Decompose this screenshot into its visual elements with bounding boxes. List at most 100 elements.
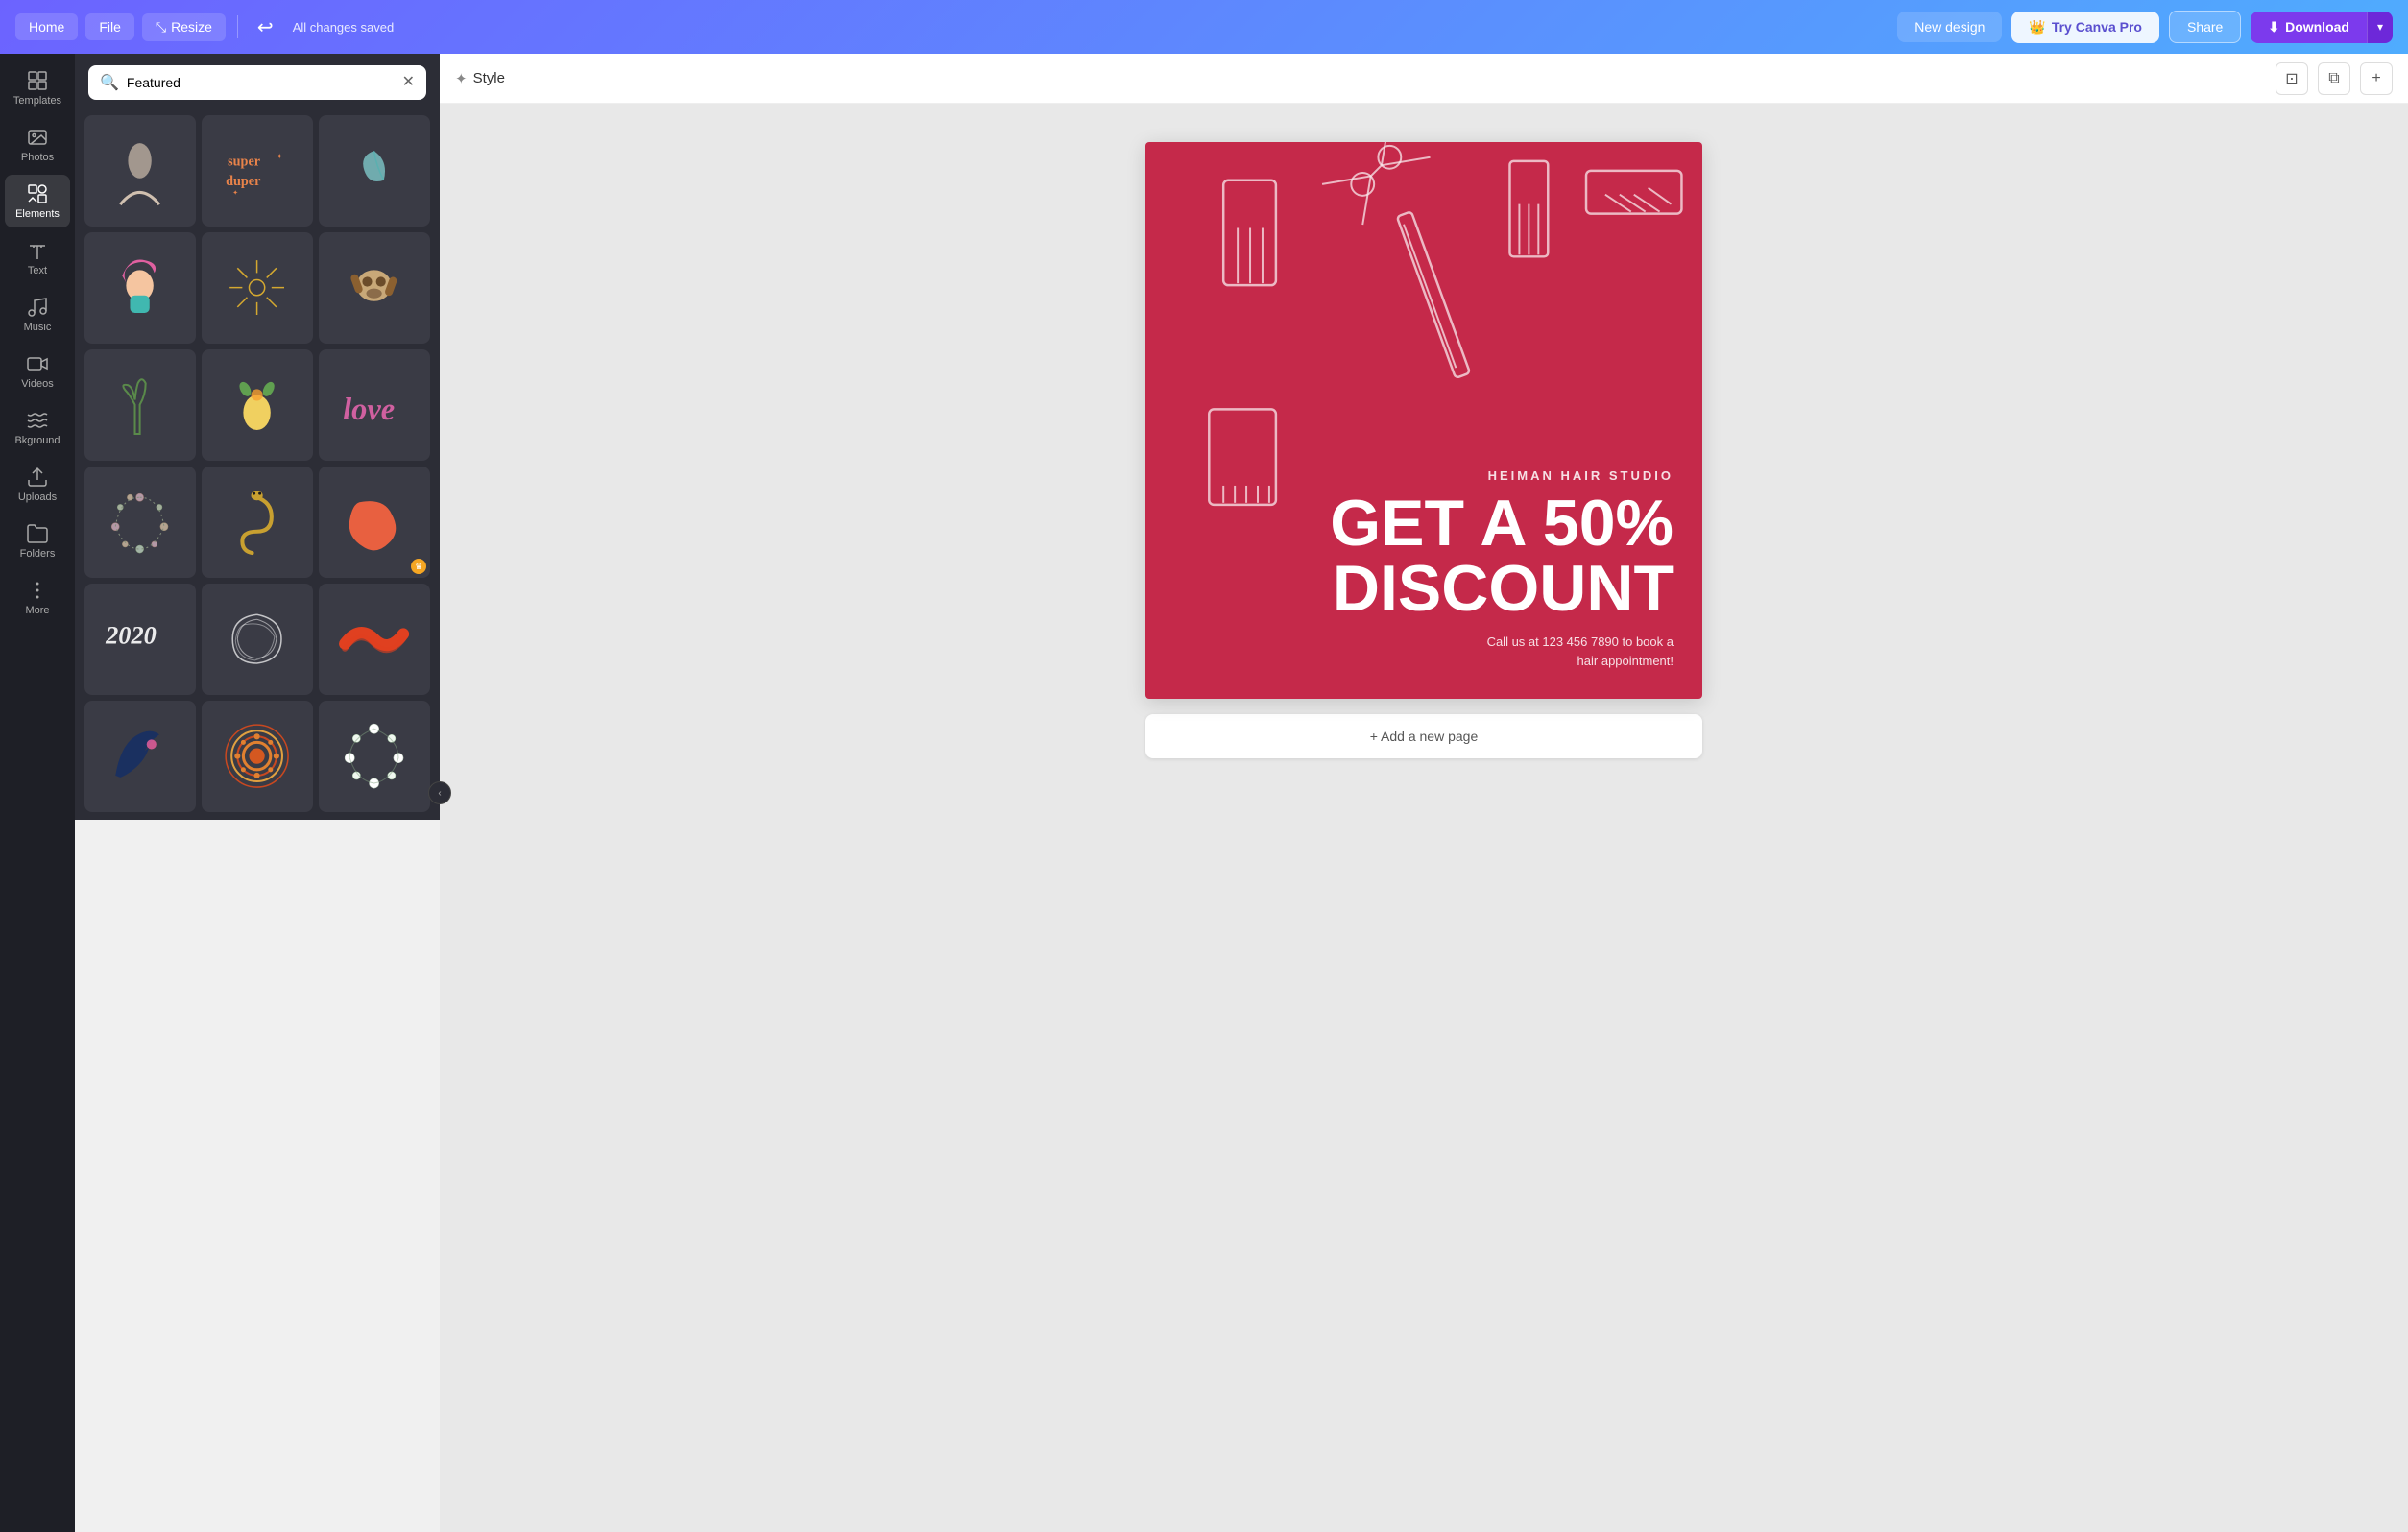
sidebar-item-music[interactable]: Music [5,288,70,341]
list-item[interactable] [202,701,313,812]
download-caret-button[interactable]: ▾ [2367,12,2393,43]
duplicate-button[interactable]: ⧉ [2318,62,2350,95]
snake [218,483,296,561]
hide-panel-button[interactable]: ‹ [428,781,451,804]
list-item[interactable] [84,232,196,344]
design-card[interactable]: HEIMAN HAIR STUDIO GET A 50%DISCOUNT Cal… [1145,142,1702,699]
download-button-group: ⬇ Download ▾ [2251,12,2393,43]
share-button[interactable]: Share [2169,11,2241,43]
canvas-inner: HEIMAN HAIR STUDIO GET A 50%DISCOUNT Cal… [1145,142,1702,758]
panel-search-container: 🔍 ✕ [75,54,440,108]
sloth [335,249,413,326]
uploads-icon [26,466,49,489]
more-icon [26,579,49,602]
elements-icon [26,182,49,205]
pink-hair-woman [101,249,179,326]
add-page-button[interactable]: + Add a new page [1145,714,1702,758]
frame-button[interactable]: ⊡ [2276,62,2308,95]
list-item[interactable] [319,701,430,812]
list-item[interactable]: super duper ✦ ✦ [202,115,313,227]
svg-text:✦: ✦ [277,153,283,161]
super-duper-text: super duper ✦ ✦ [218,132,296,209]
red-wave [335,600,413,678]
templates-icon [26,69,49,92]
list-item[interactable] [84,115,196,227]
nav-right-actions: New design 👑 Try Canva Pro Share ⬇ Downl… [1897,11,2393,43]
list-item[interactable] [202,349,313,461]
resize-icon: ⤡ [156,19,166,36]
folders-icon [26,522,49,545]
nav-divider [237,15,238,38]
scribble-circle [218,600,296,678]
floral-wreath [101,483,179,561]
sidebar-item-text[interactable]: Text [5,231,70,284]
list-item[interactable]: love [319,349,430,461]
flower-wreath [335,717,413,795]
discount-title: GET A 50%DISCOUNT [1174,491,1674,621]
add-button[interactable]: + [2360,62,2393,95]
download-icon: ⬇ [2268,19,2279,36]
search-clear-button[interactable]: ✕ [402,75,415,90]
love-script: love [335,366,413,443]
dark-feather [101,717,179,795]
style-label: ✦ Style [455,70,505,87]
sidebar-item-more[interactable]: More [5,571,70,624]
list-item[interactable] [319,584,430,695]
canvas-toolbar: ✦ Style ⊡ ⧉ + [440,54,2408,104]
photos-icon [26,126,49,149]
file-button[interactable]: File [85,13,134,40]
svg-text:super: super [229,155,261,170]
style-sparkle-icon: ✦ [455,70,468,87]
search-box: 🔍 ✕ [88,65,426,100]
search-icon: 🔍 [100,73,119,92]
list-item[interactable] [84,349,196,461]
main-layout: Templates Photos Elements Text [0,54,2408,1532]
sidebar-item-videos[interactable]: Videos [5,345,70,397]
studio-name: HEIMAN HAIR STUDIO [1174,468,1674,483]
call-text: Call us at 123 456 7890 to book ahair ap… [1174,633,1674,670]
hand-plant [101,366,179,443]
orange-blob [335,483,413,561]
sidebar-item-photos[interactable]: Photos [5,118,70,171]
list-item[interactable] [202,232,313,344]
sidebar-item-background[interactable]: Bkground [5,401,70,454]
mandala [218,717,296,795]
elements-grid: super duper ✦ ✦ [75,108,440,820]
crown-icon: 👑 [2029,19,2045,36]
list-item[interactable] [202,584,313,695]
sidebar-item-folders[interactable]: Folders [5,515,70,567]
canvas-scroll[interactable]: HEIMAN HAIR STUDIO GET A 50%DISCOUNT Cal… [440,104,2408,1532]
resize-button[interactable]: ⤡ Resize [142,13,226,41]
svg-text:✦: ✦ [233,189,239,197]
list-item[interactable] [319,232,430,344]
list-item[interactable] [84,467,196,578]
save-status: All changes saved [293,20,395,35]
svg-text:2020: 2020 [105,621,157,650]
svg-text:love: love [344,393,396,427]
sunburst [218,249,296,326]
lemon-flowers [218,366,296,443]
sidebar-item-elements[interactable]: Elements [5,175,70,227]
design-text-area: HEIMAN HAIR STUDIO GET A 50%DISCOUNT Cal… [1145,449,1702,699]
sidebar: Templates Photos Elements Text [0,54,75,1532]
music-icon [26,296,49,319]
canvas-toolbar-right: ⊡ ⧉ + [2276,62,2393,95]
sidebar-item-uploads[interactable]: Uploads [5,458,70,511]
videos-icon [26,352,49,375]
try-pro-button[interactable]: 👑 Try Canva Pro [2011,12,2159,43]
new-design-button[interactable]: New design [1897,12,2002,42]
list-item[interactable] [319,115,430,227]
2020-text: 2020 [101,600,179,678]
list-item[interactable]: 2020 [84,584,196,695]
sidebar-item-templates[interactable]: Templates [5,61,70,114]
download-button[interactable]: ⬇ Download [2251,12,2367,43]
text-icon [26,239,49,262]
leaf-illustration [335,132,413,209]
list-item[interactable] [202,467,313,578]
list-item[interactable] [319,467,430,578]
home-button[interactable]: Home [15,13,78,40]
undo-button[interactable]: ↩ [250,12,281,43]
list-item[interactable] [84,701,196,812]
search-input[interactable] [127,75,395,90]
background-icon [26,409,49,432]
